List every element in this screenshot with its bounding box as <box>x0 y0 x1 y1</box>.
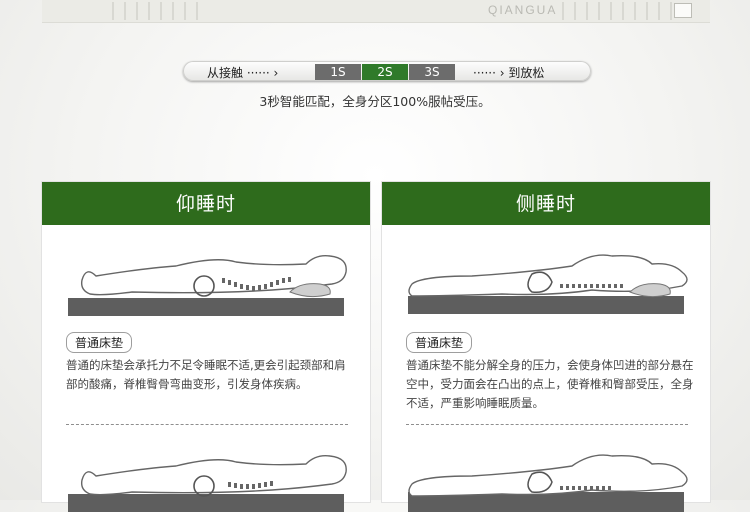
panel-side-sleep: 侧睡时 普通床垫 普通床垫不能分解全身的压力，会使身体凹进的部分悬在空中，受力面… <box>382 182 710 512</box>
back-sleep-body-icon <box>68 454 347 512</box>
pressure-timing-bar: 从接触 ······ › 1S 2S 3S ······ › 到放松 <box>183 61 591 81</box>
step-3s: 3S <box>409 64 455 80</box>
step-1s: 1S <box>315 64 361 80</box>
strip-texture <box>562 2 682 20</box>
end-label: ······ › 到放松 <box>473 66 545 80</box>
panel-description: 普通的床垫会承托力不足令睡眠不适,更会引起颈部和肩部的酸痛，脊椎臀骨弯曲变形，引… <box>66 358 346 391</box>
mattress-tag: 普通床垫 <box>66 332 133 353</box>
step-2s-active: 2S <box>362 64 408 80</box>
panel-title: 侧睡时 <box>382 182 710 225</box>
panel-description: 普通床垫不能分解全身的压力，会使身体凹进的部分悬在空中，受力面会在凸出的点上，使… <box>406 358 694 410</box>
brand-label-icon <box>674 3 692 18</box>
panel-title: 仰睡时 <box>42 182 370 225</box>
side-sleep-body-icon <box>408 254 688 314</box>
dashed-divider <box>66 424 348 425</box>
dashed-divider <box>406 424 688 425</box>
back-sleep-body-icon <box>68 254 347 316</box>
product-strip: QIANGUA <box>42 0 710 23</box>
mattress-tag: 普通床垫 <box>406 332 473 353</box>
side-sleep-body-icon <box>408 454 688 512</box>
caption-text: 3秒智能匹配，全身分区100%服帖受压。 <box>259 94 491 109</box>
start-label: 从接触 ······ › <box>207 66 279 80</box>
brand-logo-text: QIANGUA <box>488 3 558 17</box>
panel-back-sleep: 仰睡时 普通床垫 普通的床垫会承托力不足令睡眠不适,更会引起颈部和肩部的酸痛，脊… <box>42 182 370 512</box>
strip-texture <box>112 2 202 20</box>
